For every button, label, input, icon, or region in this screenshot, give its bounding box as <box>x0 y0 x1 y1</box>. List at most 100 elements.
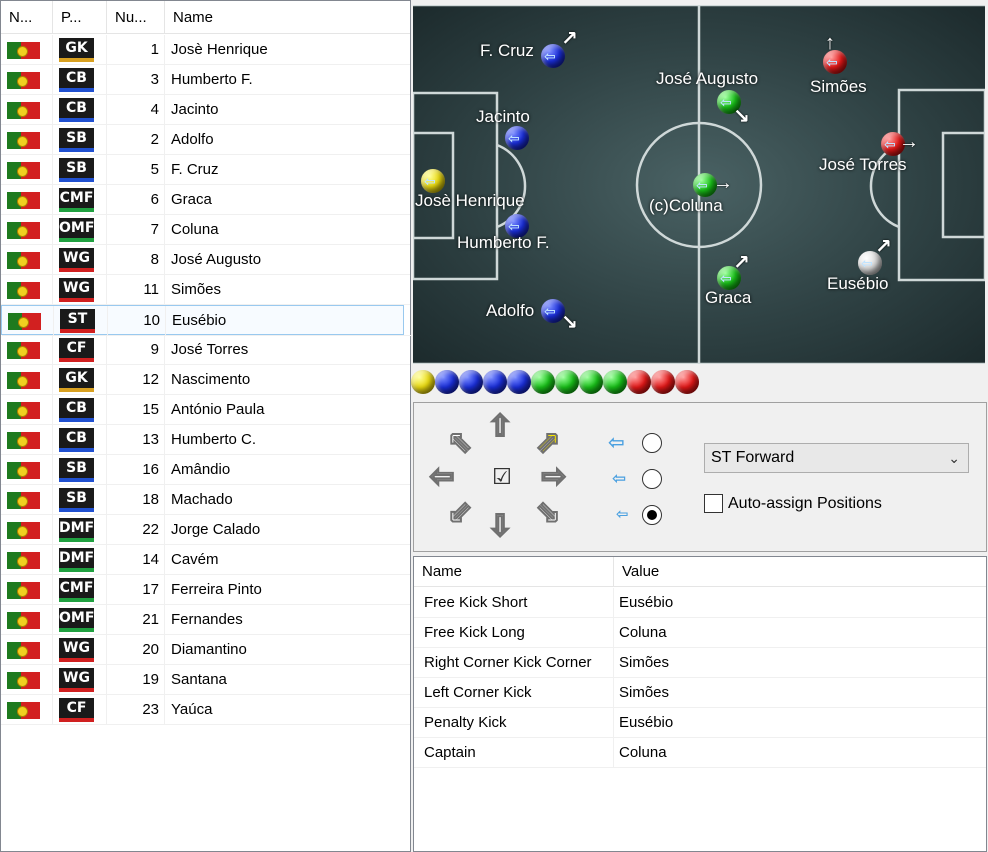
table-row[interactable]: GK 12 Nascimento <box>1 365 410 395</box>
portugal-flag-icon <box>7 612 40 629</box>
position-badge: ST <box>60 309 95 333</box>
direction-down-right-icon[interactable]: ⇘ <box>530 496 566 530</box>
direction-left-icon[interactable]: ⇦ <box>424 460 460 494</box>
table-row[interactable]: OMF 7 Coluna <box>1 215 410 245</box>
column-header-number[interactable]: Nu... <box>107 1 165 34</box>
position-cell: DMF <box>53 545 107 575</box>
name-cell: Amândio <box>165 455 410 485</box>
direction-center-checkbox[interactable]: ☑ <box>484 461 520 493</box>
direction-arrow-icon: ↘ <box>733 106 750 128</box>
table-row[interactable]: SB 16 Amândio <box>1 455 410 485</box>
table-row[interactable]: WG 11 Simões <box>1 275 410 305</box>
position-badge: SB <box>59 158 94 182</box>
portugal-flag-icon <box>7 552 40 569</box>
table-row[interactable]: CF 9 José Torres <box>1 335 410 365</box>
position-cell: CB <box>53 395 107 425</box>
direction-up-right-icon[interactable]: ⇗ <box>530 426 566 460</box>
nationality-cell <box>1 125 53 155</box>
table-row[interactable]: OMF 21 Fernandes <box>1 605 410 635</box>
portugal-flag-icon <box>7 342 40 359</box>
nationality-cell <box>1 695 53 725</box>
nationality-cell <box>1 215 53 245</box>
set-piece-value[interactable]: Eusébio <box>614 588 986 618</box>
table-row[interactable]: GK 1 Josè Henrique <box>1 35 410 65</box>
table-row[interactable]: CF 23 Yaúca <box>1 695 410 725</box>
set-piece-value[interactable]: Coluna <box>614 618 986 648</box>
table-row[interactable]: ST 10 Eusébio <box>1 305 411 336</box>
roster-list[interactable]: N... P... Nu... Name GK 1 Josè Henrique CB 3… <box>0 0 411 852</box>
set-piece-value[interactable]: Eusébio <box>614 708 986 738</box>
table-row[interactable]: WG 19 Santana <box>1 665 410 695</box>
position-cell: OMF <box>53 605 107 635</box>
portugal-flag-icon <box>7 222 40 239</box>
direction-right-icon[interactable]: ⇨ <box>536 460 572 494</box>
table-row[interactable]: SB 18 Machado <box>1 485 410 515</box>
table-row[interactable]: WG 8 José Augusto <box>1 245 410 275</box>
nationality-cell <box>1 605 53 635</box>
number-cell: 3 <box>107 65 165 95</box>
direction-down-left-icon[interactable]: ⇙ <box>442 496 478 530</box>
nationality-cell <box>1 485 53 515</box>
table-row[interactable]: Penalty Kick Eusébio <box>414 708 986 738</box>
set-piece-value[interactable]: Simões <box>614 648 986 678</box>
table-row[interactable]: SB 2 Adolfo <box>1 125 410 155</box>
name-cell: Machado <box>165 485 410 515</box>
direction-arrow-icon: → <box>899 131 919 153</box>
name-cell: Eusébio <box>166 306 411 336</box>
table-row[interactable]: Right Corner Kick Corner Simões <box>414 648 986 678</box>
position-badge: GK <box>59 38 94 62</box>
column-header-value[interactable]: Value <box>614 557 986 587</box>
direction-arrow-icon: ↗ <box>561 28 578 50</box>
table-row[interactable]: Captain Coluna <box>414 738 986 768</box>
arrow-left-icon: ⇦ <box>720 270 732 286</box>
pitch-player-marker[interactable]: ⇦ <box>421 169 445 193</box>
kick-radio-long[interactable] <box>642 433 662 453</box>
table-row[interactable]: Free Kick Short Eusébio <box>414 588 986 618</box>
position-cell: WG <box>53 635 107 665</box>
table-row[interactable]: CB 15 António Paula <box>1 395 410 425</box>
position-badge: GK <box>59 368 94 392</box>
column-header-position[interactable]: P... <box>53 1 107 34</box>
direction-up-icon[interactable]: ⇧ <box>482 410 518 444</box>
table-row[interactable]: CB 4 Jacinto <box>1 95 410 125</box>
set-piece-value[interactable]: Simões <box>614 678 986 708</box>
table-row[interactable]: CMF 6 Graca <box>1 185 410 215</box>
set-piece-value[interactable]: Coluna <box>614 738 986 768</box>
formation-ball <box>675 370 699 394</box>
table-row[interactable]: Left Corner Kick Simões <box>414 678 986 708</box>
formation-pitch[interactable]: ⇦ ↗ F. Cruz ⇦ Jacinto ⇦ Josè Henrique ⇦ Humberto… <box>413 5 985 364</box>
table-row[interactable]: CB 3 Humberto F. <box>1 65 410 95</box>
nationality-cell <box>2 306 54 336</box>
number-cell: 19 <box>107 665 165 695</box>
direction-up-left-icon[interactable]: ⇖ <box>442 426 478 460</box>
table-row[interactable]: WG 20 Diamantino <box>1 635 410 665</box>
nationality-cell <box>1 515 53 545</box>
formation-ball <box>627 370 651 394</box>
role-dropdown[interactable]: ST Forward ⌄ <box>704 443 969 473</box>
column-header-name[interactable]: Name <box>165 1 410 34</box>
pitch-player-marker[interactable]: ⇦ <box>505 126 529 150</box>
arrow-left-icon: ⇦ <box>861 255 873 271</box>
position-cell: OMF <box>53 215 107 245</box>
chevron-down-icon: ⌄ <box>948 450 960 466</box>
pitch-player-label: Adolfo <box>486 301 535 320</box>
column-header-nationality[interactable]: N... <box>1 1 53 34</box>
number-cell: 17 <box>107 575 165 605</box>
table-row[interactable]: DMF 22 Jorge Calado <box>1 515 410 545</box>
column-header-name[interactable]: Name <box>414 557 614 587</box>
position-badge: CF <box>59 698 94 722</box>
table-row[interactable]: CB 13 Humberto C. <box>1 425 410 455</box>
table-row[interactable]: SB 5 F. Cruz <box>1 155 410 185</box>
table-row[interactable]: DMF 14 Cavém <box>1 545 410 575</box>
position-cell: SB <box>53 485 107 515</box>
table-row[interactable]: CMF 17 Ferreira Pinto <box>1 575 410 605</box>
auto-assign-checkbox-box[interactable] <box>704 494 723 513</box>
number-cell: 9 <box>107 335 165 365</box>
table-row[interactable]: Free Kick Long Coluna <box>414 618 986 648</box>
nationality-cell <box>1 35 53 65</box>
position-cell: CMF <box>53 185 107 215</box>
direction-down-icon[interactable]: ⇩ <box>482 510 518 544</box>
nationality-cell <box>1 455 53 485</box>
kick-radio-medium[interactable] <box>642 469 662 489</box>
kick-radio-short[interactable] <box>642 505 662 525</box>
